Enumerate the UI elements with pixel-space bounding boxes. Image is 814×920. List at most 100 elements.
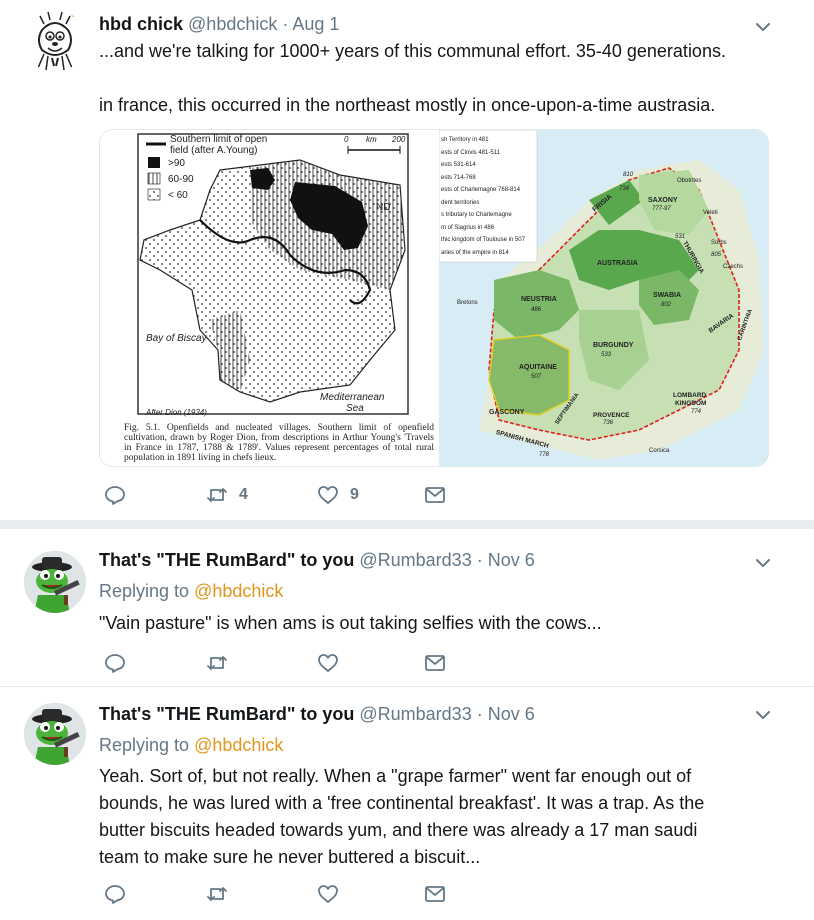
- kermit-avatar-icon: [24, 703, 86, 765]
- tweet-text-line-2: in france, this occurred in the northeas…: [99, 95, 716, 115]
- region-burgundy: BURGUNDY: [593, 342, 634, 349]
- retweet-count: 4: [239, 486, 248, 503]
- legend-item: dent territories: [441, 199, 480, 206]
- separator: ·: [471, 550, 488, 570]
- chevron-down-icon[interactable]: [752, 552, 774, 574]
- display-name[interactable]: That's "THE RumBard" to you: [99, 550, 354, 570]
- timestamp[interactable]: Nov 6: [488, 550, 535, 570]
- tweet-text-line: bounds, he was lured with a 'free contin…: [99, 793, 705, 813]
- region-swabia: SWABIA: [653, 292, 681, 299]
- reply-icon: [105, 885, 125, 904]
- cartoon-tiger-avatar-icon: [24, 10, 86, 72]
- region-lombard: LOMBARD: [673, 392, 707, 399]
- map-legend: sh Territory in 481 ests of Clovis 481-5…: [441, 134, 537, 259]
- openfield-map-image[interactable]: Southern limit of open field (after A.Yo…: [100, 130, 439, 466]
- tweet-2: That's "THE RumBard" to you @Rumbard33 ·…: [0, 529, 814, 686]
- kermit-avatar-icon: [24, 551, 86, 613]
- tweet-divider: [0, 520, 814, 529]
- tweet-text-line: butter biscuits headed towards yum, and …: [99, 820, 698, 840]
- reply-button[interactable]: [103, 651, 127, 675]
- like-count: 9: [350, 486, 359, 503]
- region-corsica: Corsica: [649, 448, 670, 454]
- heart-icon: [318, 885, 338, 903]
- region-bretons: Bretons: [457, 300, 478, 306]
- chevron-down-icon[interactable]: [752, 16, 774, 38]
- direct-message-button[interactable]: [423, 483, 447, 507]
- display-name[interactable]: hbd chick: [99, 14, 183, 34]
- year-734: 734: [619, 186, 630, 192]
- figure-caption: Fig. 5.1. Openfields and nucleated villa…: [124, 423, 434, 463]
- region-burgundy-year: 533: [601, 352, 612, 358]
- scale-max: 200: [392, 135, 406, 144]
- region-provence-year: 736: [603, 420, 614, 426]
- timestamp[interactable]: Aug 1: [292, 14, 339, 34]
- display-name[interactable]: That's "THE RumBard" to you: [99, 704, 354, 724]
- tweet-header: That's "THE RumBard" to you @Rumbard33 ·…: [99, 702, 794, 726]
- region-neustria-year: 486: [531, 307, 542, 313]
- legend-lt60: < 60: [168, 190, 188, 201]
- retweet-icon: [207, 656, 227, 670]
- region-lombard-year: 774: [691, 409, 702, 415]
- reply-icon: [105, 486, 125, 505]
- legend-title-line-2: field (after A.Young): [170, 145, 258, 156]
- source-label: After Dion (1934): [146, 408, 207, 417]
- user-handle[interactable]: @hbdchick: [188, 14, 277, 34]
- separator: ·: [471, 704, 488, 724]
- tweet-media[interactable]: Southern limit of open field (after A.Yo…: [99, 129, 769, 467]
- avatar[interactable]: [24, 703, 86, 765]
- legend-item: ests of Clovis 481-511: [441, 149, 500, 156]
- like-button[interactable]: [316, 651, 340, 675]
- reply-button[interactable]: [103, 882, 127, 906]
- like-button[interactable]: 9: [316, 483, 359, 507]
- legend-item: sh Territory in 481: [441, 137, 489, 143]
- nd-label: ND: [376, 202, 391, 213]
- tweet-actions: 4 9: [103, 483, 503, 507]
- replying-to-line: Replying to @hbdchick: [99, 579, 794, 603]
- frankish-empire-map-image[interactable]: sh Territory in 481 ests of Clovis 481-5…: [438, 130, 768, 466]
- avatar[interactable]: [24, 10, 86, 72]
- bay-of-biscay-label: Bay of Biscay: [146, 333, 207, 344]
- mediterranean-label: Mediterranean: [320, 392, 385, 403]
- region-austrasia: AUSTRASIA: [597, 260, 638, 267]
- tweet-actions: [103, 651, 503, 675]
- region-saxony-dates: 777-97: [652, 206, 671, 212]
- tweet-text-line-1: ...and we're talking for 1000+ years of …: [99, 41, 726, 61]
- reply-button[interactable]: [103, 483, 127, 507]
- legend-item: ests 714-768: [441, 174, 476, 181]
- user-handle[interactable]: @Rumbard33: [359, 704, 471, 724]
- retweet-button[interactable]: 4: [205, 483, 248, 507]
- separator: ·: [277, 14, 293, 34]
- legend-item: m of Siagrius in 486: [441, 224, 495, 231]
- mention-link[interactable]: @hbdchick: [194, 581, 283, 601]
- region-spanish-march-year: 778: [539, 452, 550, 458]
- retweet-button[interactable]: [205, 651, 229, 675]
- retweet-button[interactable]: [205, 882, 229, 906]
- legend-60-90: 60-90: [168, 174, 194, 185]
- timestamp[interactable]: Nov 6: [488, 704, 535, 724]
- region-neustria: NEUSTRIA: [521, 296, 557, 303]
- tweet-text: Yeah. Sort of, but not really. When a "g…: [99, 763, 794, 871]
- tweet-actions: [103, 882, 503, 906]
- year-531: 531: [675, 234, 686, 240]
- heart-icon: [318, 486, 338, 504]
- chevron-down-icon[interactable]: [752, 704, 774, 726]
- heart-icon: [318, 654, 338, 672]
- tweet-header: hbd chick @hbdchick · Aug 1: [99, 12, 794, 36]
- legend-gt90: >90: [168, 158, 185, 169]
- envelope-icon: [425, 886, 445, 902]
- region-aquitaine: AQUITAINE: [519, 364, 557, 371]
- avatar[interactable]: [24, 551, 86, 613]
- direct-message-button[interactable]: [423, 882, 447, 906]
- legend-item: ests 531-614: [441, 162, 476, 168]
- reply-icon: [105, 654, 125, 673]
- mention-link[interactable]: @hbdchick: [194, 735, 283, 755]
- like-button[interactable]: [316, 882, 340, 906]
- year-810: 810: [623, 172, 634, 178]
- people-obotrites: Obotrites: [677, 178, 702, 184]
- people-veleti: Veleti: [703, 210, 718, 216]
- region-swabia-year: 802: [661, 302, 672, 308]
- region-lombard-kingdom: KINGDOM: [675, 400, 707, 407]
- replying-to-prefix: Replying to: [99, 735, 195, 755]
- direct-message-button[interactable]: [423, 651, 447, 675]
- user-handle[interactable]: @Rumbard33: [359, 550, 471, 570]
